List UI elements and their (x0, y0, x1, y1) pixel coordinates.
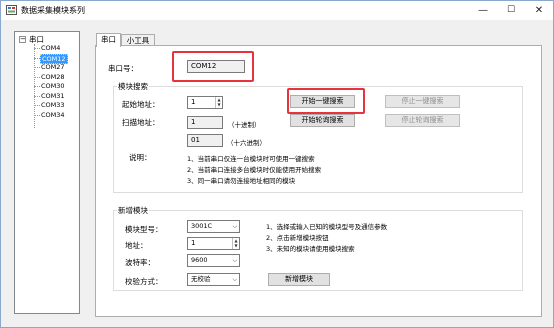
scan-dec-field[interactable]: 1 (187, 116, 223, 129)
window-title: 数据采集模块系列 (21, 6, 85, 15)
app-window: 数据采集模块系列 — ☐ ✕ − 串口 COM4 COM12 COM27 COM28 C… (0, 0, 554, 328)
tab-serial[interactable]: 串口 (96, 33, 121, 47)
chevron-down-icon[interactable]: ⌵ (232, 255, 237, 266)
app-icon (6, 5, 17, 15)
port-highlight-box (172, 51, 254, 82)
tree-item-com4[interactable]: COM4 (40, 44, 61, 52)
tree-item-com28[interactable]: COM28 (40, 73, 66, 81)
add-note-3: 3、未知的模块请使用模块搜索 (266, 245, 355, 253)
search-highlight-box (287, 88, 365, 114)
dec-note: （十进制） (228, 121, 261, 129)
baud-value: 9600 (191, 256, 208, 264)
desc-label: 说明： (129, 153, 152, 162)
search-group-title: 模块搜索 (117, 81, 149, 92)
check-value: 无校验 (191, 275, 211, 283)
tree-item-com27[interactable]: COM27 (40, 63, 66, 71)
add-group-title: 新增模块 (117, 205, 149, 216)
start-addr-label: 起始地址： (122, 100, 160, 109)
close-button[interactable]: ✕ (525, 1, 553, 20)
tree-item-com33[interactable]: COM33 (40, 101, 66, 109)
add-note-1: 1、选择或输入已知的模块型号及通信参数 (266, 223, 388, 231)
addr-value: 1 (191, 239, 196, 247)
model-combo[interactable]: 3001C ⌵ (187, 220, 240, 233)
tree-item-com34[interactable]: COM34 (40, 111, 66, 119)
hex-note: （十六进制） (227, 139, 266, 147)
title-bar: 数据采集模块系列 — ☐ ✕ (1, 1, 553, 20)
tree-item-com30[interactable]: COM30 (40, 82, 66, 90)
desc-line-1: 1、当前串口仅连一台模块时可使用一键搜索 (187, 155, 315, 163)
start-addr-value: 1 (191, 98, 196, 106)
spinner-arrows-icon[interactable]: ▲ ▼ (215, 97, 222, 108)
model-label: 模块型号： (125, 225, 163, 234)
tree-item-com31[interactable]: COM31 (40, 92, 66, 100)
check-label: 校验方式： (125, 277, 163, 286)
desc-line-3: 3、同一串口请勿连接地址相同的模块 (187, 177, 296, 185)
start-addr-spinner[interactable]: 1 ▲ ▼ (187, 96, 223, 109)
baud-combo[interactable]: 9600 ⌵ (187, 254, 240, 267)
chevron-down-icon[interactable]: ⌵ (232, 221, 237, 232)
stop-poll-search-button[interactable]: 停止轮询搜索 (385, 114, 460, 127)
minimize-button[interactable]: — (469, 1, 497, 20)
baud-label: 波特率： (125, 258, 155, 267)
port-label: 串口号： (108, 64, 138, 73)
chevron-down-icon[interactable]: ⌵ (232, 274, 237, 285)
collapse-icon[interactable]: − (19, 36, 26, 43)
spinner-arrows-icon[interactable]: ▲ ▼ (232, 238, 239, 249)
add-module-button[interactable]: 新增模块 (268, 273, 330, 286)
desc-line-2: 2、当前串口连接多台模块时仅能使用开始搜索 (187, 166, 322, 174)
tree-item-com12[interactable]: COM12 (40, 53, 68, 64)
tab-panel-serial: 串口号： COM12 模块搜索 起始地址： 1 ▲ ▼ 扫描地址： 1 （十进制）… (95, 45, 542, 317)
maximize-button[interactable]: ☐ (497, 1, 525, 20)
stop-one-key-search-button[interactable]: 停止一键搜索 (385, 95, 460, 108)
addr-spinner[interactable]: 1 ▲ ▼ (187, 237, 240, 250)
add-note-2: 2、点击新增模块按钮 (266, 234, 329, 242)
poll-search-button[interactable]: 开始轮询搜索 (290, 114, 355, 127)
check-combo[interactable]: 无校验 ⌵ (187, 273, 240, 286)
addr-label: 地址： (125, 241, 148, 250)
scan-hex-field[interactable]: 01 (187, 134, 223, 147)
scan-addr-label: 扫描地址： (122, 118, 160, 127)
model-value: 3001C (191, 222, 213, 230)
port-tree[interactable]: − 串口 COM4 COM12 COM27 COM28 COM30 COM31 COM33 C… (14, 31, 80, 314)
